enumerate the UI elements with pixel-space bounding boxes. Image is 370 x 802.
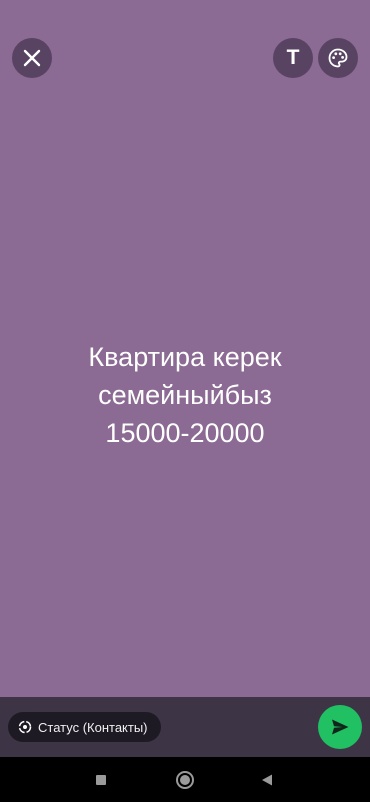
- nav-back-button[interactable]: [256, 769, 278, 791]
- status-ring-icon: [18, 720, 32, 734]
- text-tool-button[interactable]: T: [273, 38, 313, 78]
- nav-recents-button[interactable]: [90, 769, 112, 791]
- text-tool-icon: T: [286, 46, 300, 69]
- circle-home-icon: [176, 771, 194, 789]
- status-audience-button[interactable]: Статус (Контакты): [8, 712, 161, 742]
- palette-button[interactable]: [318, 38, 358, 78]
- square-recents-icon: [96, 775, 106, 785]
- system-navigation-bar: [0, 757, 370, 802]
- triangle-back-icon: [262, 774, 272, 786]
- send-icon: [332, 719, 349, 735]
- send-button[interactable]: [318, 705, 362, 749]
- nav-home-button[interactable]: [174, 769, 196, 791]
- close-icon: [23, 49, 41, 67]
- bottom-bar: Статус (Контакты): [0, 697, 370, 757]
- palette-icon: [328, 48, 348, 68]
- status-text[interactable]: Квартира керек семейныйбыз 15000-20000: [0, 338, 370, 452]
- close-button[interactable]: [12, 38, 52, 78]
- status-audience-label: Статус (Контакты): [38, 719, 148, 735]
